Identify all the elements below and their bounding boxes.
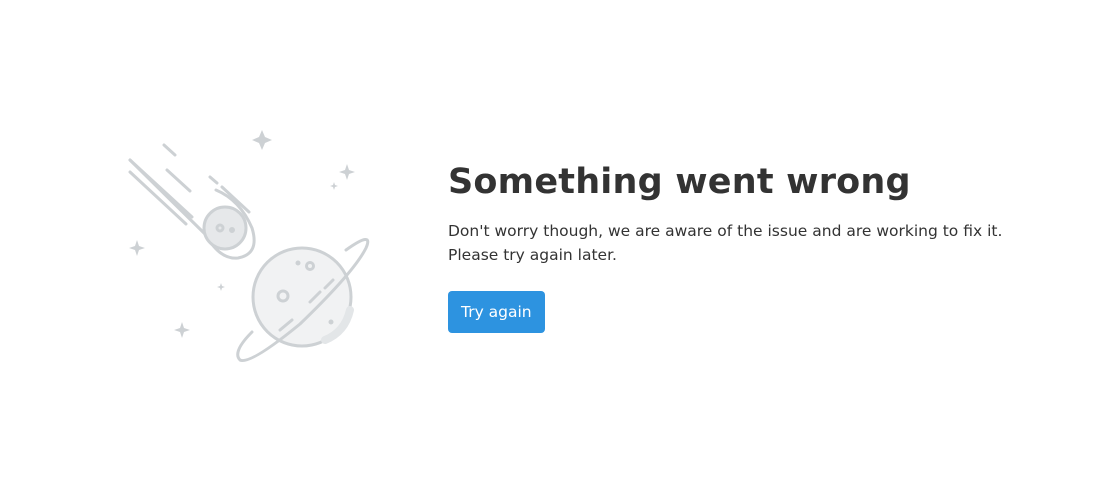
- error-message-line: Don't worry though, we are aware of the …: [448, 222, 1003, 240]
- try-again-button[interactable]: Try again: [448, 291, 545, 333]
- space-illustration-icon: [128, 130, 370, 363]
- error-message-line: Please try again later.: [448, 246, 617, 264]
- error-page: Something went wrong Don't worry though,…: [0, 0, 1094, 496]
- error-message: Don't worry though, we are aware of the …: [448, 219, 1048, 267]
- error-content: Something went wrong Don't worry though,…: [448, 160, 1048, 333]
- error-title: Something went wrong: [448, 162, 911, 202]
